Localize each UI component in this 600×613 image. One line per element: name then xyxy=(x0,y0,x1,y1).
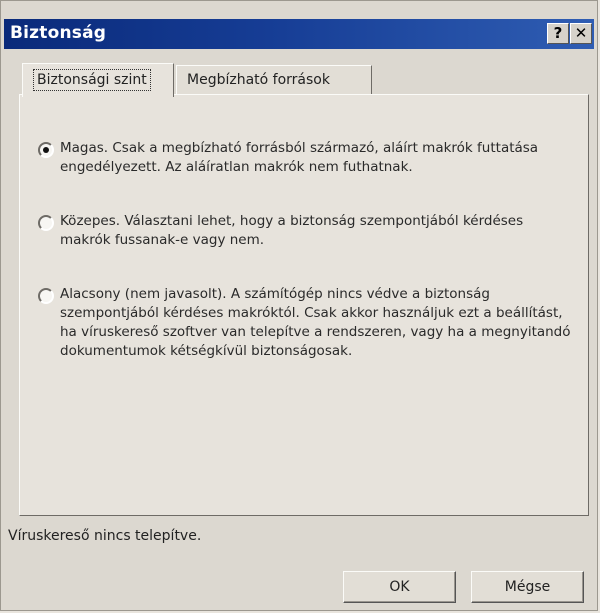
help-button[interactable]: ? xyxy=(547,23,569,44)
dialog-title: Biztonság xyxy=(10,23,107,43)
option-high[interactable]: Magas. Csak a megbízható forrásból szárm… xyxy=(38,139,576,183)
antivirus-status-text: Víruskereső nincs telepítve. xyxy=(8,528,202,544)
tab-trusted-sources[interactable]: Megbízható források xyxy=(176,65,372,95)
cancel-button[interactable]: Mégse xyxy=(471,571,584,603)
tab-security-level[interactable]: Biztonsági szint xyxy=(22,63,174,97)
security-level-panel: Magas. Csak a megbízható forrásból szárm… xyxy=(19,94,589,516)
radio-low[interactable] xyxy=(38,288,54,304)
ok-button[interactable]: OK xyxy=(343,571,456,603)
close-button[interactable]: ✕ xyxy=(570,23,592,44)
option-low-label: Alacsony (nem javasolt). A számítógép ni… xyxy=(60,286,571,359)
radio-high[interactable] xyxy=(38,142,54,158)
security-dialog: Biztonság ? ✕ Biztonsági szint Megbízhat… xyxy=(0,0,598,611)
option-low[interactable]: Alacsony (nem javasolt). A számítógép ni… xyxy=(38,285,576,385)
option-medium[interactable]: Közepes. Választani lehet, hogy a bizton… xyxy=(38,212,576,256)
tab-security-level-label: Biztonsági szint xyxy=(33,69,151,91)
radio-medium[interactable] xyxy=(38,215,54,231)
option-high-label: Magas. Csak a megbízható forrásból szárm… xyxy=(60,140,539,175)
tab-trusted-sources-label: Megbízható források xyxy=(187,72,330,88)
title-bar: Biztonság ? ✕ xyxy=(4,19,594,49)
option-medium-label: Közepes. Választani lehet, hogy a bizton… xyxy=(60,213,524,248)
